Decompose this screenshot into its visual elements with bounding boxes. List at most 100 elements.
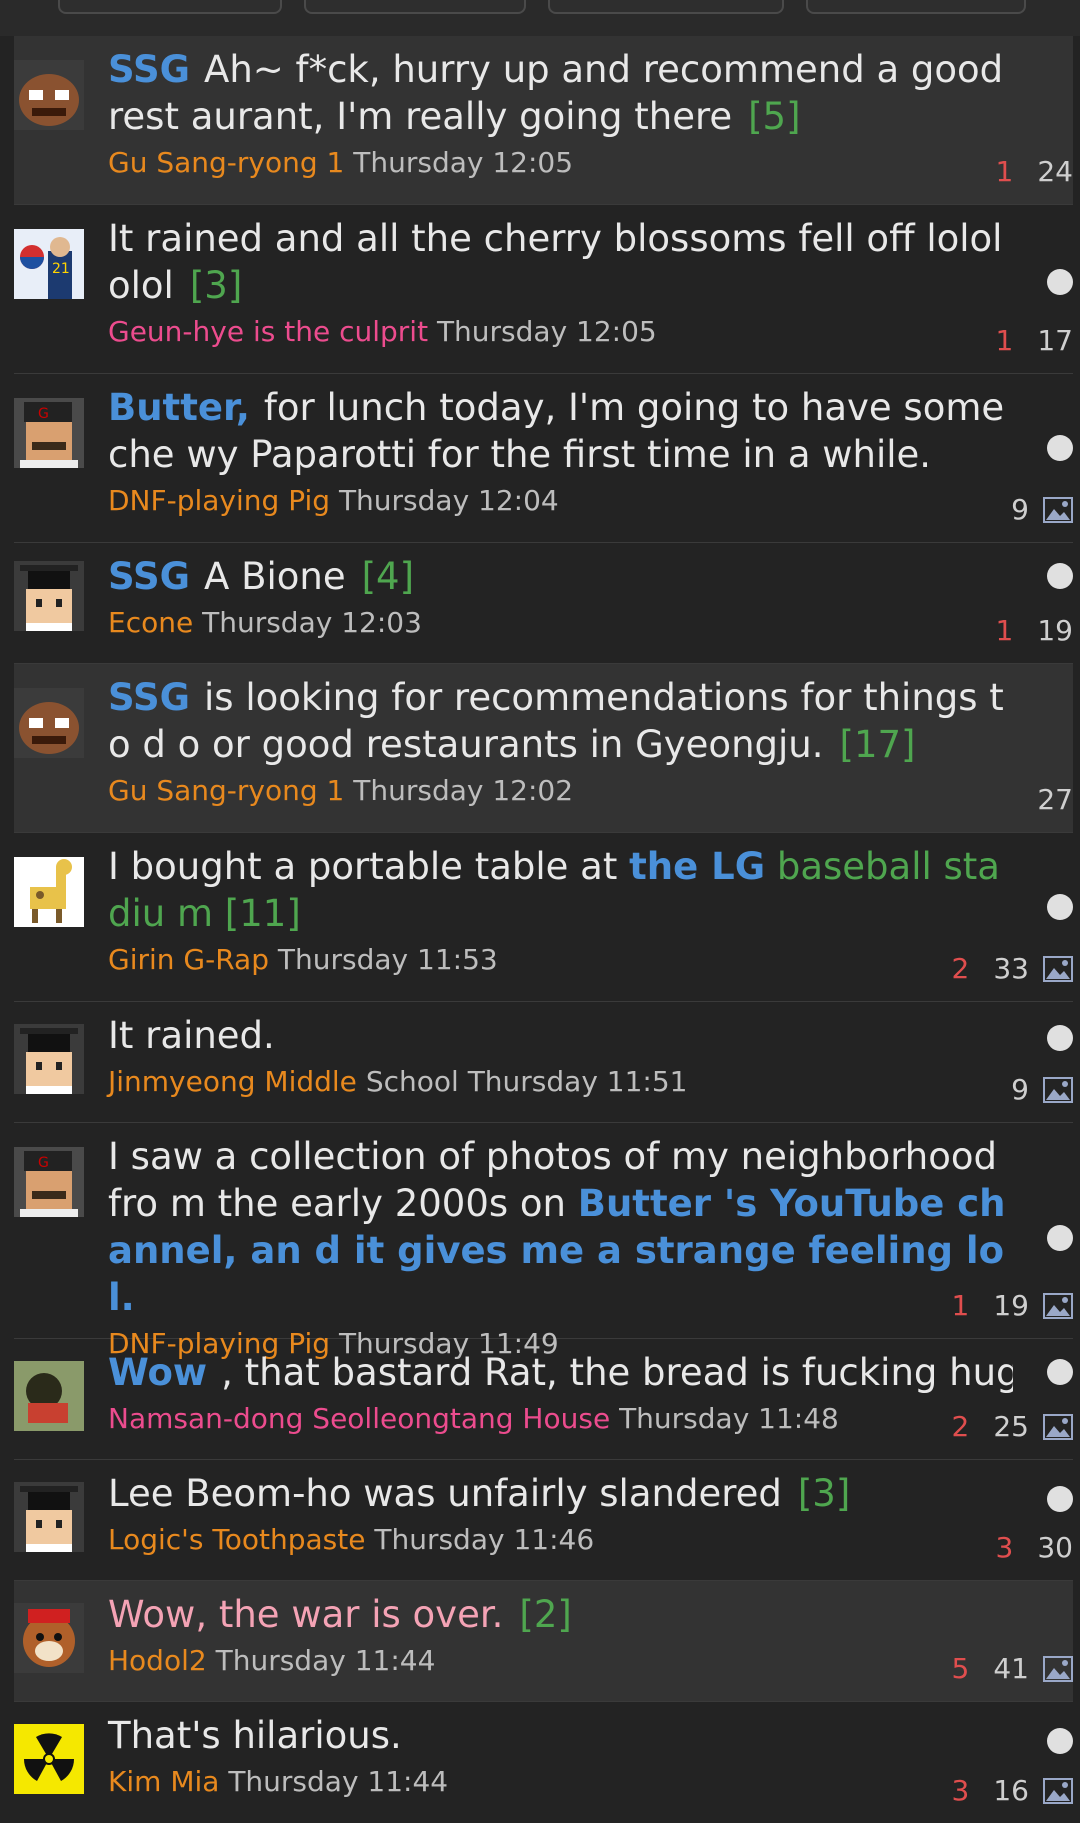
list-item[interactable]: It rained. Jinmyeong Middle School Thurs… xyxy=(14,1002,1073,1123)
image-attachment-icon xyxy=(1043,1778,1073,1804)
image-attachment-icon xyxy=(1043,956,1073,982)
list-item[interactable]: That's hilarious. Kim Mia Thursday 11:44… xyxy=(14,1702,1073,1823)
list-item[interactable]: I bought a portable table at the LG base… xyxy=(14,833,1073,1002)
like-count: 3 xyxy=(951,1774,970,1807)
post-author[interactable]: Hodol2 xyxy=(108,1644,207,1677)
list-item[interactable]: G I saw a collection of photos of my nei… xyxy=(14,1123,1073,1360)
like-count: 1 xyxy=(951,1289,970,1322)
tab-1[interactable] xyxy=(58,0,282,14)
list-item[interactable]: SSG Ah~ f*ck, hurry up and recommend a go… xyxy=(14,36,1073,205)
post-author[interactable]: Girin G-Rap xyxy=(108,943,269,976)
tiger-mascot-avatar-icon xyxy=(14,1603,84,1673)
tab-4[interactable] xyxy=(806,0,1026,14)
comment-count: [11] xyxy=(224,892,301,935)
image-attachment-icon xyxy=(1043,1293,1073,1319)
post-time: Thursday 11:46 xyxy=(374,1523,595,1556)
post-author[interactable]: Gu Sang-ryong 1 xyxy=(108,146,344,179)
list-item[interactable]: Wow, the war is over. [2] Hodol2 Thursday… xyxy=(14,1581,1073,1702)
post-time: Thursday 11:48 xyxy=(619,1402,839,1435)
top-tab-bar xyxy=(0,0,1080,36)
post-title[interactable]: A Bione xyxy=(204,555,346,598)
post-author[interactable]: Gu Sang-ryong 1 xyxy=(108,774,344,807)
list-item[interactable]: SSG is looking for recommendations for th… xyxy=(14,664,1073,833)
post-time: Thursday 11:44 xyxy=(228,1765,449,1798)
view-count: 41 xyxy=(993,1652,1029,1685)
category-tag: SSG xyxy=(108,555,191,598)
post-time: Thursday 11:44 xyxy=(215,1644,436,1677)
tab-2[interactable] xyxy=(304,0,526,14)
view-count: 27 xyxy=(1037,783,1073,816)
blurred-photo-avatar-icon xyxy=(14,1361,84,1431)
pixel-student-avatar-icon xyxy=(14,561,84,631)
post-list: SSG Ah~ f*ck, hurry up and recommend a go… xyxy=(0,36,1080,1823)
tab-3[interactable] xyxy=(548,0,784,14)
new-indicator-dot xyxy=(1047,894,1073,920)
post-author-tail: School xyxy=(365,1065,459,1098)
like-count: 1 xyxy=(995,614,1014,647)
new-indicator-dot xyxy=(1047,435,1073,461)
view-count: 19 xyxy=(993,1289,1029,1322)
post-title[interactable]: Wow, the war is over. xyxy=(108,1593,503,1636)
list-item[interactable]: SSG A Bione [4] Econe Thursday 12:03 1 19 xyxy=(14,543,1073,664)
view-count: 33 xyxy=(993,952,1029,985)
list-item[interactable]: Lee Beom-ho was unfairly slandered [3] Lo… xyxy=(14,1460,1073,1581)
post-title[interactable]: It rained and all the cherry blossoms fe… xyxy=(108,217,1002,307)
flag-portrait-avatar-icon: 21 xyxy=(14,229,84,299)
new-indicator-dot xyxy=(1047,563,1073,589)
pixel-student-avatar-icon xyxy=(14,1024,84,1094)
post-time: Thursday 12:05 xyxy=(353,146,574,179)
post-title[interactable]: It rained. xyxy=(108,1014,275,1057)
post-author[interactable]: DNF-playing Pig xyxy=(108,484,330,517)
post-title[interactable]: , that bastard Rat, the bread is fucking… xyxy=(221,1351,1013,1394)
new-indicator-dot xyxy=(1047,1025,1073,1051)
like-count: 1 xyxy=(995,155,1014,188)
new-indicator-dot xyxy=(1047,1359,1073,1385)
like-count: 1 xyxy=(995,324,1014,357)
view-count: 9 xyxy=(1011,1073,1029,1106)
comment-count: [5] xyxy=(748,95,801,138)
category-tag: Butter, xyxy=(108,386,250,429)
comment-count: [17] xyxy=(839,723,916,766)
list-item[interactable]: Wow , that bastard Rat, the bread is fuck… xyxy=(14,1339,1073,1460)
like-count: 5 xyxy=(951,1652,970,1685)
post-author[interactable]: Econe xyxy=(108,606,193,639)
image-attachment-icon xyxy=(1043,1656,1073,1682)
new-indicator-dot xyxy=(1047,1728,1073,1754)
post-title[interactable]: Lee Beom-ho was unfairly slandered xyxy=(108,1472,782,1515)
image-attachment-icon xyxy=(1043,497,1073,523)
like-count: 3 xyxy=(995,1531,1014,1564)
comment-count: [2] xyxy=(519,1593,572,1636)
pixel-student-avatar-icon xyxy=(14,1482,84,1552)
post-time: Thursday 11:53 xyxy=(277,943,498,976)
image-attachment-icon xyxy=(1043,1077,1073,1103)
new-indicator-dot xyxy=(1047,1225,1073,1251)
like-count: 2 xyxy=(951,1410,970,1443)
post-title[interactable]: That's hilarious. xyxy=(108,1714,402,1757)
radiation-avatar-icon xyxy=(14,1724,84,1794)
svg-text:G: G xyxy=(38,406,49,422)
category-tag: SSG xyxy=(108,676,191,719)
view-count: 9 xyxy=(1011,493,1029,526)
title-highlight: the LG xyxy=(629,845,766,888)
like-count: 2 xyxy=(951,952,970,985)
post-author[interactable]: Jinmyeong Middle xyxy=(108,1065,357,1098)
comment-count: [3] xyxy=(797,1472,851,1515)
comment-count: [3] xyxy=(189,264,243,307)
giraffe-avatar-icon xyxy=(14,857,84,927)
list-item[interactable]: 21 It rained and all the cherry blossoms… xyxy=(14,205,1073,374)
mustache-man-avatar-icon: G xyxy=(14,1147,84,1217)
post-author[interactable]: Kim Mia xyxy=(108,1765,219,1798)
post-title[interactable]: I bought a portable table at xyxy=(108,845,629,888)
image-attachment-icon xyxy=(1043,1414,1073,1440)
comment-count: [4] xyxy=(361,555,415,598)
view-count: 25 xyxy=(993,1410,1029,1443)
goomba-avatar-icon xyxy=(14,60,84,130)
post-author[interactable]: Logic's Toothpaste xyxy=(108,1523,365,1556)
post-time: Thursday 11:51 xyxy=(467,1065,688,1098)
post-title[interactable]: Ah~ f*ck, hurry up and recommend a good … xyxy=(108,48,1003,138)
mustache-man-avatar-icon: G xyxy=(14,398,84,468)
post-author[interactable]: Geun-hye is the culprit xyxy=(108,315,428,348)
list-item[interactable]: G Butter, for lunch today, I'm going to h… xyxy=(14,374,1073,543)
view-count: 17 xyxy=(1037,324,1073,357)
post-author[interactable]: Namsan-dong Seolleongtang House xyxy=(108,1402,610,1435)
